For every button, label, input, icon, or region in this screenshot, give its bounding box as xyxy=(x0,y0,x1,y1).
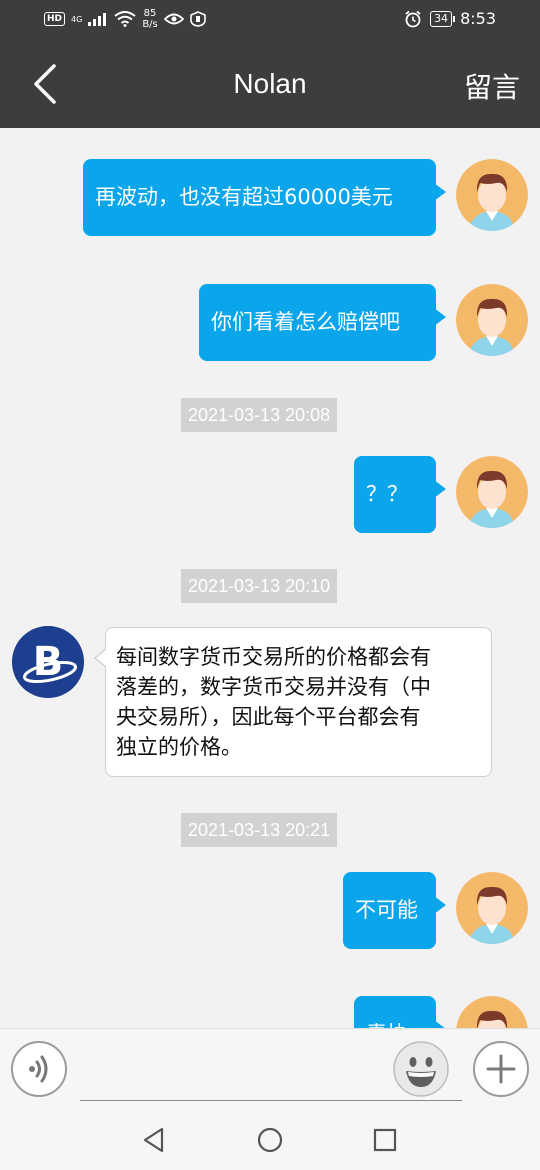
network-type: 4G xyxy=(71,14,83,24)
agent-avatar[interactable]: B xyxy=(12,626,84,698)
outgoing-message-bubble[interactable]: ？？ xyxy=(354,456,446,533)
voice-icon xyxy=(29,1055,48,1083)
status-left: HD 4G 85 B/s xyxy=(44,8,206,30)
message-line: 央交易所），因此每个平台都会有 xyxy=(116,705,421,729)
message-line: 每间数字货币交易所的价格都会有 xyxy=(116,645,431,669)
message-line: 独立的价格。 xyxy=(116,735,242,759)
emoji-button[interactable] xyxy=(393,1041,449,1097)
message-text: 你们看着怎么赔偿吧 xyxy=(211,310,400,334)
user-avatar-icon xyxy=(456,159,528,231)
home-circle-icon[interactable] xyxy=(256,1126,284,1154)
status-right: 34 8:53 xyxy=(404,9,496,28)
message-line: 落差的，数字货币交易并没有（中 xyxy=(116,675,431,699)
plus-icon xyxy=(486,1054,516,1084)
shield-hand-icon xyxy=(189,11,206,27)
user-avatar[interactable] xyxy=(456,996,528,1028)
brand-logo-icon: B xyxy=(12,626,84,698)
recents-square-icon[interactable] xyxy=(371,1126,399,1154)
user-avatar-icon xyxy=(456,456,528,528)
status-bar: HD 4G 85 B/s 34 8:53 xyxy=(0,0,540,40)
net-speed-unit: B/s xyxy=(142,19,158,30)
alarm-icon xyxy=(405,10,421,27)
user-avatar[interactable] xyxy=(456,456,528,528)
leave-message-button[interactable]: 留言 xyxy=(464,66,520,106)
net-speed: 85 B/s xyxy=(142,8,157,30)
wifi-icon xyxy=(114,11,136,27)
outgoing-message-bubble[interactable]: 不可能 xyxy=(343,872,446,949)
user-avatar-icon xyxy=(456,284,528,356)
outgoing-message-bubble[interactable]: 青协 xyxy=(354,996,446,1028)
input-bar xyxy=(0,1028,540,1110)
more-options-button[interactable] xyxy=(473,1041,529,1097)
user-avatar-icon xyxy=(456,996,528,1028)
net-speed-value: 85 xyxy=(143,8,157,19)
emoji-icon xyxy=(393,1041,449,1097)
message-text: 再波动，也没有超过60000美元 xyxy=(95,185,393,209)
signal-icon xyxy=(88,13,107,26)
system-nav-bar xyxy=(0,1110,540,1170)
chat-list[interactable]: 再波动，也没有超过60000美元 你们看着怎么赔偿吧 2021-03-13 20… xyxy=(0,128,540,1028)
message-text: ？？ xyxy=(366,482,408,506)
user-avatar[interactable] xyxy=(456,872,528,944)
user-avatar-icon xyxy=(456,872,528,944)
timestamp: 2021-03-13 20:21 xyxy=(181,813,338,847)
outgoing-message-bubble[interactable]: 再波动，也没有超过60000美元 xyxy=(83,159,446,236)
user-avatar[interactable] xyxy=(456,284,528,356)
timestamp: 2021-03-13 20:10 xyxy=(181,569,338,603)
back-triangle-icon[interactable] xyxy=(140,1126,168,1154)
hd-badge: HD xyxy=(44,12,66,26)
chat-title: Nolan xyxy=(233,68,307,99)
voice-button[interactable] xyxy=(11,1041,67,1097)
incoming-message-bubble[interactable]: 每间数字货币交易所的价格都会有 落差的，数字货币交易并没有（中 央交易所），因此… xyxy=(94,627,492,777)
clock: 8:53 xyxy=(460,9,496,28)
eye-icon xyxy=(163,13,184,25)
agent-avatar-letter: B xyxy=(33,639,64,685)
app-header: Nolan 留言 xyxy=(0,40,540,128)
message-text: 不可能 xyxy=(355,898,418,922)
timestamp: 2021-03-13 20:08 xyxy=(181,398,338,432)
outgoing-message-bubble[interactable]: 你们看着怎么赔偿吧 xyxy=(199,284,446,361)
battery-icon: 34 xyxy=(430,10,456,27)
user-avatar[interactable] xyxy=(456,159,528,231)
